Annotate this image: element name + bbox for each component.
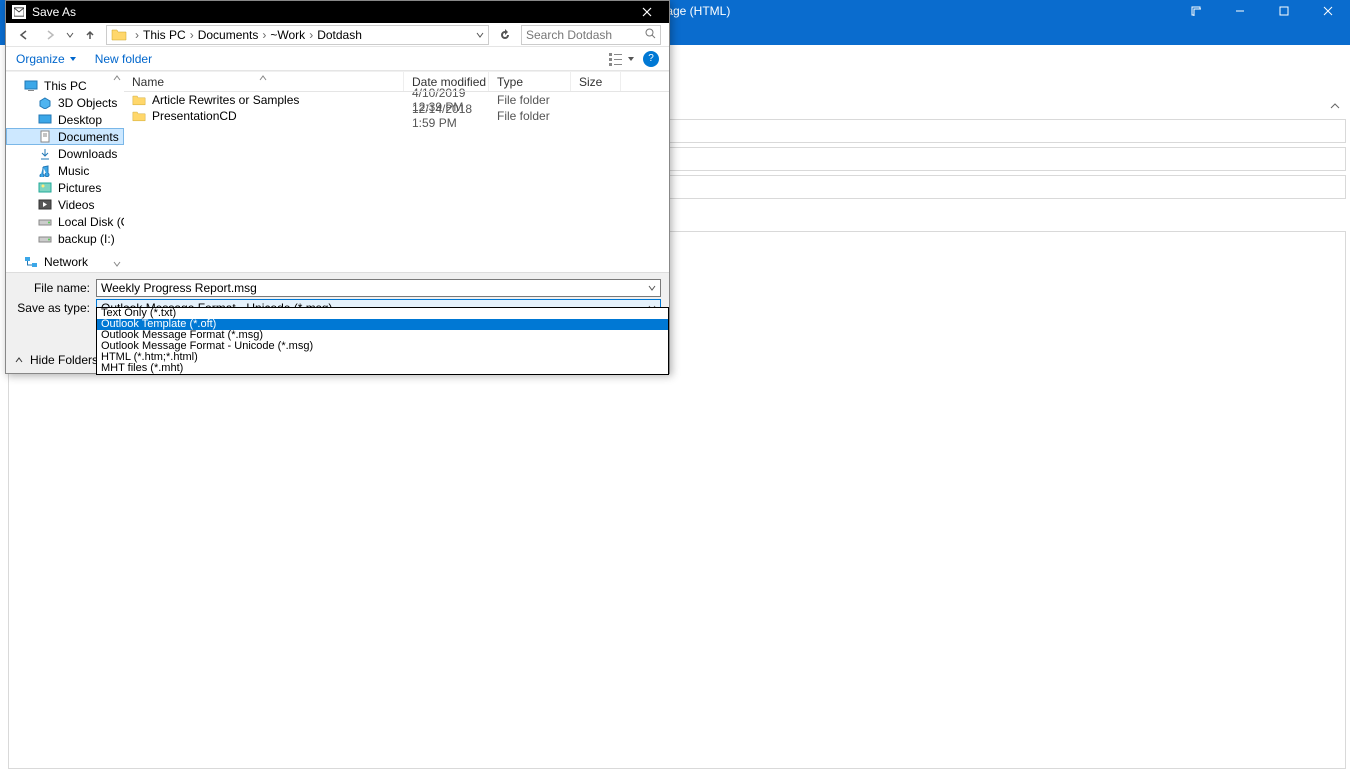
scroll-up-icon[interactable] <box>112 72 122 86</box>
sort-indicator-icon <box>259 70 267 84</box>
saveas-title: Save As <box>32 5 76 19</box>
search-placeholder: Search Dotdash <box>526 28 612 42</box>
chevron-down-icon[interactable] <box>476 28 484 42</box>
file-name: PresentationCD <box>152 109 237 123</box>
pc-icon <box>24 79 38 93</box>
envelope-icon <box>12 5 26 19</box>
network-icon <box>24 255 38 269</box>
folder-icon <box>110 26 128 44</box>
saveastype-dropdown: Text Only (*.txt) Outlook Template (*.of… <box>96 307 669 375</box>
download-icon <box>38 147 52 161</box>
file-row[interactable]: PresentationCD 12/14/2018 1:59 PM File f… <box>124 108 669 124</box>
saveas-titlebar: Save As <box>6 1 669 23</box>
file-type: File folder <box>489 93 571 107</box>
chevron-right-icon: › <box>309 28 313 42</box>
chevron-right-icon: › <box>190 28 194 42</box>
nav-history-dropdown[interactable] <box>66 28 74 42</box>
organize-menu[interactable]: Organize <box>16 52 77 66</box>
scroll-down-icon[interactable] <box>112 258 122 272</box>
navigation-pane: This PC 3D Objects Desktop Documents Dow… <box>6 72 124 272</box>
videos-icon <box>38 198 52 212</box>
popup-icon[interactable] <box>1174 0 1218 22</box>
nav-up-button[interactable] <box>80 25 100 45</box>
explorer-toolbar: Organize New folder ? <box>6 47 669 71</box>
nav-videos[interactable]: Videos <box>6 196 124 213</box>
file-row[interactable]: Article Rewrites or Samples 4/10/2019 12… <box>124 92 669 108</box>
column-date[interactable]: Date modified <box>404 72 489 91</box>
saveastype-label: Save as type: <box>14 301 96 315</box>
nav-documents[interactable]: Documents <box>6 128 124 145</box>
nav-music[interactable]: Music <box>6 162 124 179</box>
nav-desktop[interactable]: Desktop <box>6 111 124 128</box>
nav-forward-button[interactable] <box>40 25 60 45</box>
drive-icon <box>38 215 52 229</box>
outlook-close-button[interactable] <box>1306 0 1350 22</box>
column-size[interactable]: Size <box>571 72 621 91</box>
pictures-icon <box>38 181 52 195</box>
column-headers: Name Date modified Type Size <box>124 72 669 92</box>
nav-this-pc[interactable]: This PC <box>6 77 124 94</box>
save-as-dialog: Save As › This PC › Documents › ~Work › … <box>5 0 670 374</box>
filename-label: File name: <box>14 281 96 295</box>
address-bar: › This PC › Documents › ~Work › Dotdash … <box>6 23 669 47</box>
chevron-right-icon: › <box>262 28 266 42</box>
chevron-up-icon <box>14 355 24 365</box>
file-name: Article Rewrites or Samples <box>152 93 299 107</box>
view-options-button[interactable] <box>609 52 635 66</box>
new-folder-button[interactable]: New folder <box>95 52 152 66</box>
nav-pictures[interactable]: Pictures <box>6 179 124 196</box>
help-button[interactable]: ? <box>643 51 659 67</box>
filename-input[interactable]: Weekly Progress Report.msg <box>96 279 661 297</box>
music-icon <box>38 164 52 178</box>
breadcrumb-segment[interactable]: Documents <box>198 28 259 42</box>
file-type: File folder <box>489 109 571 123</box>
nav-back-button[interactable] <box>14 25 34 45</box>
drive-icon <box>38 232 52 246</box>
maximize-button[interactable] <box>1262 0 1306 22</box>
saveas-close-button[interactable] <box>625 1 669 23</box>
documents-icon <box>38 130 52 144</box>
breadcrumb-segment[interactable]: Dotdash <box>317 28 362 42</box>
nav-network[interactable]: Network <box>6 253 124 270</box>
chevron-down-icon[interactable] <box>648 281 656 295</box>
nav-downloads[interactable]: Downloads <box>6 145 124 162</box>
refresh-button[interactable] <box>495 25 515 45</box>
column-type[interactable]: Type <box>489 72 571 91</box>
nav-backup[interactable]: backup (I:) <box>6 230 124 247</box>
desktop-icon <box>38 113 52 127</box>
search-input[interactable]: Search Dotdash <box>521 25 661 45</box>
nav-local-disk[interactable]: Local Disk (C:) <box>6 213 124 230</box>
cube-icon <box>38 96 52 110</box>
breadcrumb-segment[interactable]: ~Work <box>270 28 305 42</box>
nav-3d-objects[interactable]: 3D Objects <box>6 94 124 111</box>
search-icon <box>645 28 656 42</box>
breadcrumb-segment[interactable]: This PC <box>143 28 186 42</box>
chevron-right-icon: › <box>135 28 139 42</box>
minimize-button[interactable] <box>1218 0 1262 22</box>
ribbon-collapse-icon[interactable] <box>1330 101 1340 115</box>
file-date: 12/14/2018 1:59 PM <box>404 102 489 130</box>
file-list: Name Date modified Type Size Article Rew… <box>124 72 669 272</box>
breadcrumb[interactable]: › This PC › Documents › ~Work › Dotdash <box>106 25 489 45</box>
filetype-option[interactable]: MHT files (*.mht) <box>97 363 668 374</box>
